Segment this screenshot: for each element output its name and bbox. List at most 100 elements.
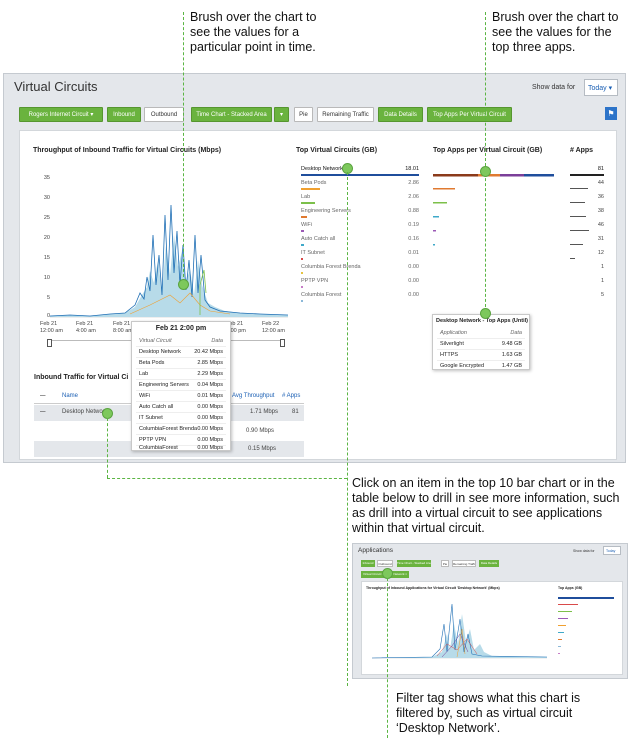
tooltip-row: Google Encrypted 1.47 GB xyxy=(437,361,525,372)
pie-button[interactable]: Pie xyxy=(294,107,313,122)
col-name-header[interactable]: Name xyxy=(62,393,78,399)
list-item-bar xyxy=(301,174,419,176)
tooltip-row: Lab 2.29 Mbps xyxy=(136,369,226,380)
row-avg: 0.90 Mbps xyxy=(246,428,275,434)
list-item[interactable]: IT Subnet 0.01 xyxy=(296,248,419,262)
row-name: Desktop Network xyxy=(62,409,108,415)
list-item[interactable]: WiFi 0.19 xyxy=(296,220,419,234)
tooltip-row-value: 1.63 GB xyxy=(501,352,522,358)
expand-icon[interactable]: — xyxy=(40,409,46,415)
brush-handle-left[interactable] xyxy=(47,339,52,347)
chart-type-caret[interactable]: ▾ xyxy=(274,107,289,122)
today-dropdown[interactable]: Today ▾ xyxy=(584,79,618,96)
apps-list-bar xyxy=(558,611,572,612)
remaining-traffic-button[interactable]: Remaining Traffic xyxy=(317,107,374,122)
tooltip-row-value: 0.00 Mbps xyxy=(197,426,223,432)
num-apps-list: 81 44 36 38 46 31 12 1 1 5 xyxy=(570,164,604,334)
num-apps-value: 44 xyxy=(597,180,604,186)
tooltip-row: ColumbiaForest 0.00 Mbps xyxy=(136,445,226,452)
tooltip-row-value: 2.29 Mbps xyxy=(197,371,223,377)
tooltip-row-name: Google Encrypted xyxy=(440,363,485,369)
top-apps-bars[interactable] xyxy=(433,171,557,311)
apps-stacked-area-chart[interactable] xyxy=(372,594,547,660)
x-tick-date: Feb 21 xyxy=(113,321,131,327)
tooltip-row: Beta Pods 2.85 Mbps xyxy=(136,358,226,369)
apps-outbound-button[interactable]: Outbound xyxy=(377,560,393,567)
apps-today-dropdown[interactable]: Today xyxy=(603,546,621,555)
tooltip-header: Feb 21 2:00 pm xyxy=(155,325,207,332)
outbound-button[interactable]: Outbound xyxy=(144,107,184,122)
apps-list-bar xyxy=(558,646,561,647)
tooltip-row-name: Silverlight xyxy=(440,341,464,347)
apps-list-bar xyxy=(558,604,578,605)
list-item-label: PPTP VPN xyxy=(301,278,329,284)
top-circuits-title: Top Virtual Circuits (GB) xyxy=(296,147,378,154)
apps-screenshot-panel: Throughput of Inbound Applications for V… xyxy=(361,581,623,675)
chart-type-dropdown[interactable]: Time Chart - Stacked Area xyxy=(191,107,272,122)
list-item[interactable]: PPTP VPN 0.00 xyxy=(296,276,419,290)
tooltip-row: Engineering Servers 0.04 Mbps xyxy=(136,380,226,391)
apps-pie-button[interactable]: Pie xyxy=(441,560,449,567)
throughput-chart-title: Throughput of Inbound Traffic for Virtua… xyxy=(33,147,222,154)
list-item[interactable]: Lab 2.06 xyxy=(296,192,419,206)
help-icon[interactable]: ⚑ xyxy=(605,107,617,120)
apps-chart-type-button[interactable]: Time Chart - Stacked Area xyxy=(397,560,431,567)
apps-data-details-button[interactable]: Data Details xyxy=(479,560,499,567)
data-details-button[interactable]: Data Details xyxy=(378,107,423,122)
virtual-circuits-window: Virtual Circuits Show data for Today ▾ R… xyxy=(3,73,626,463)
list-item[interactable]: Columbia Forest 0.00 xyxy=(296,290,419,304)
tooltip-row-name: Desktop Network xyxy=(139,349,181,355)
tooltip-row-value: 1.47 GB xyxy=(501,363,522,369)
apps-inbound-button[interactable]: Inbound xyxy=(361,560,375,567)
list-item-value: 0.00 xyxy=(408,292,419,298)
list-item-value: 0.00 xyxy=(408,278,419,284)
tooltip-row: Auto Catch all 0.00 Mbps xyxy=(136,402,226,413)
inbound-button[interactable]: Inbound xyxy=(107,107,141,122)
list-item[interactable]: Engineering Servers 0.88 xyxy=(296,206,419,220)
tooltip-row-value: 0.00 Mbps xyxy=(197,445,223,451)
list-item-bar xyxy=(301,188,320,190)
apps-list-bar xyxy=(558,653,560,654)
top-apps-button[interactable]: Top Apps Per Virtual Circuit xyxy=(427,107,512,122)
col-apps-header[interactable]: # Apps xyxy=(282,393,300,399)
list-item-label: Auto Catch all xyxy=(301,236,336,242)
apps-tooltip-marker xyxy=(480,308,491,319)
brush-handle-right[interactable] xyxy=(280,339,285,347)
x-tick-date: Feb 22 xyxy=(262,321,280,327)
list-item-label: Columbia Forest Brenda xyxy=(301,264,361,270)
app-header: Virtual Circuits Show data for Today ▾ xyxy=(4,74,625,100)
connector-filter-tag xyxy=(387,578,388,738)
tooltip-row-name: ColumbiaForest Brenda xyxy=(139,426,198,432)
apps-top-list[interactable] xyxy=(558,594,618,664)
num-apps-value: 31 xyxy=(597,236,604,242)
col-avg-header[interactable]: Avg Throughput xyxy=(232,393,274,399)
tooltip-row-value: 0.00 Mbps xyxy=(197,437,223,443)
list-item[interactable]: Beta Pods 2.86 xyxy=(296,178,419,192)
x-tick-time: 8:00 am xyxy=(113,328,133,334)
list-item-label: IT Subnet xyxy=(301,250,325,256)
list-item-label: Lab xyxy=(301,194,311,200)
list-item[interactable]: Auto Catch all 0.16 xyxy=(296,234,419,248)
circuit-dropdown[interactable]: Rogers Internet Circuit ▾ xyxy=(19,107,103,122)
list-item-bar xyxy=(301,272,303,274)
tooltip-row: ColumbiaForest Brenda 0.00 Mbps xyxy=(136,424,226,435)
top-apps-title: Top Apps per Virtual Circuit (GB) xyxy=(433,147,543,154)
throughput-area-chart[interactable] xyxy=(50,175,288,319)
list-item-value: 0.88 xyxy=(408,208,419,214)
apps-show-data-label: Show data for xyxy=(573,549,595,553)
collapse-all-icon[interactable]: — xyxy=(40,393,46,399)
row-avg: 0.15 Mbps xyxy=(248,446,277,452)
tooltip-row: Silverlight 9.48 GB xyxy=(437,339,525,350)
num-apps-bar xyxy=(570,258,575,259)
x-tick-date: Feb 21 xyxy=(40,321,58,327)
list-item[interactable]: Columbia Forest Brenda 0.00 xyxy=(296,262,419,276)
apps-remaining-button[interactable]: Remaining Traffic xyxy=(452,560,476,567)
list-item[interactable]: Desktop Network 18.01 xyxy=(296,164,419,178)
list-item-bar xyxy=(301,216,307,218)
list-item-label: WiFi xyxy=(301,222,312,228)
num-apps-value: 1 xyxy=(600,278,604,284)
num-apps-bar xyxy=(570,202,585,203)
x-tick-time: 12:00 am xyxy=(262,328,285,334)
tooltip-row-name: Beta Pods xyxy=(139,360,165,366)
callout-brush-time: Brush over the chart to see the values f… xyxy=(190,10,317,54)
